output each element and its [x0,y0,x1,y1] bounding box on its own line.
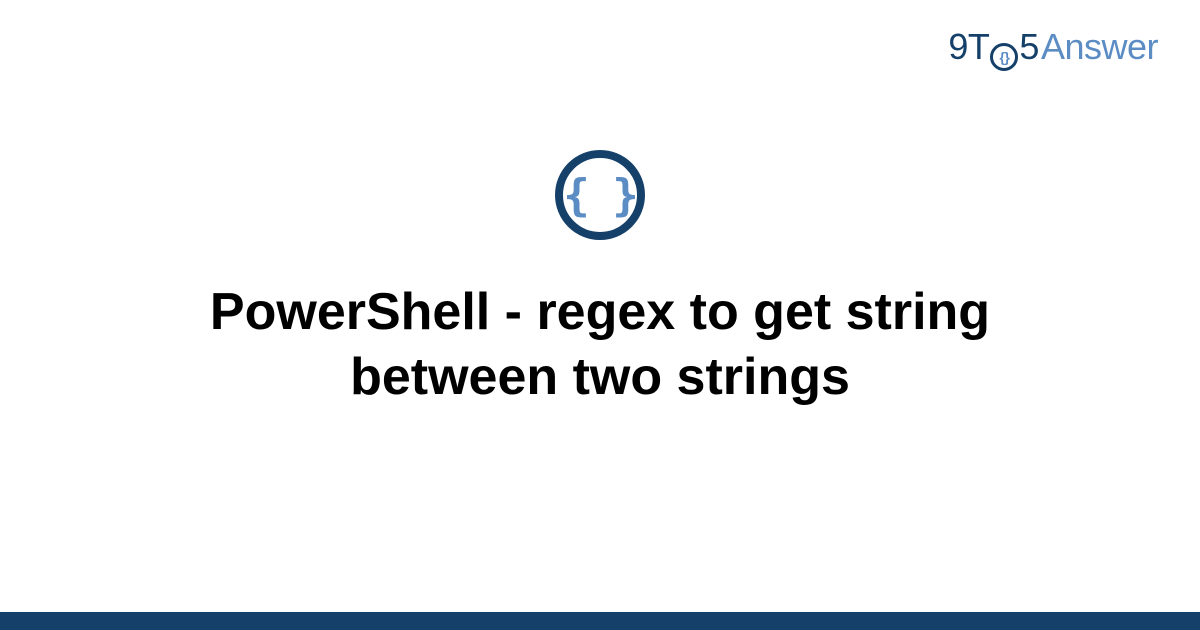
hero-icon-wrapper: { } [555,150,645,240]
main-content: { } PowerShell - regex to get string bet… [0,0,1200,630]
page-title: PowerShell - regex to get string between… [100,280,1100,410]
footer-bar [0,612,1200,630]
code-braces-icon: { } [555,150,645,240]
